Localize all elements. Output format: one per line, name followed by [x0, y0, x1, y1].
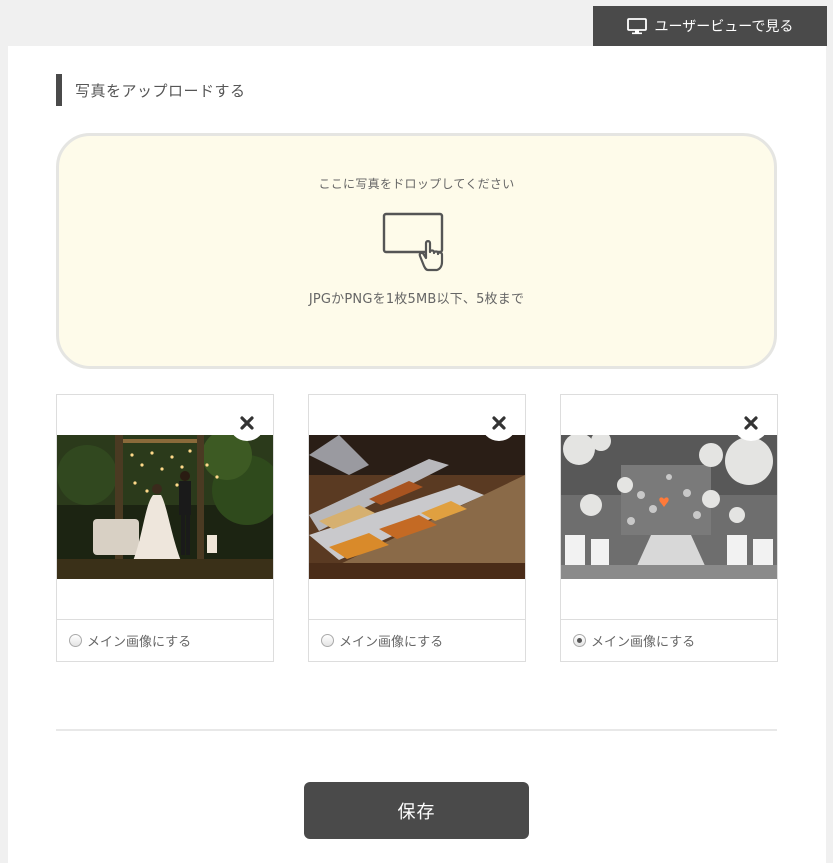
monitor-icon [626, 17, 647, 34]
hand-pointer-screen-icon [382, 212, 443, 272]
main-panel: 写真をアップロードする ここに写真をドロップしてください JPGかPNGを1枚5… [8, 46, 826, 863]
set-main-image-label: メイン画像にする [591, 635, 696, 650]
divider [56, 729, 777, 731]
photo-thumbnail [57, 435, 273, 579]
save-button[interactable]: 保存 [304, 782, 529, 839]
set-main-image-label: メイン画像にする [87, 635, 192, 650]
buffet-photo [309, 435, 525, 579]
set-main-image-option[interactable]: メイン画像にする [309, 619, 525, 661]
main-image-radio-selected[interactable] [573, 634, 586, 647]
wedding-photo [57, 435, 273, 579]
section-title: 写真をアップロードする [56, 74, 246, 106]
remove-photo-button[interactable] [481, 405, 517, 441]
file-requirement-note: JPGかPNGを1枚5MB以下、5枚まで [308, 292, 525, 307]
main-image-radio[interactable] [69, 634, 82, 647]
close-icon [240, 416, 254, 430]
remove-photo-button[interactable] [229, 405, 265, 441]
main-image-radio[interactable] [321, 634, 334, 647]
set-main-image-label: メイン画像にする [339, 635, 444, 650]
save-button-label: 保存 [397, 801, 436, 823]
set-main-image-option[interactable]: メイン画像にする [57, 619, 273, 661]
photo-card: メイン画像にする [56, 394, 274, 662]
photo-thumbnail [309, 435, 525, 579]
venue-photo [561, 435, 777, 579]
user-view-label: ユーザービューで見る [654, 19, 794, 35]
photo-thumbnail [561, 435, 777, 579]
photo-card: メイン画像にする [308, 394, 526, 662]
set-main-image-option[interactable]: メイン画像にする [561, 619, 777, 661]
drop-instruction: ここに写真をドロップしてください [318, 177, 515, 191]
user-view-button[interactable]: ユーザービューで見る [593, 6, 827, 46]
remove-photo-button[interactable] [733, 405, 769, 441]
section-title-text: 写真をアップロードする [75, 81, 246, 100]
close-icon [744, 416, 758, 430]
close-icon [492, 416, 506, 430]
photo-dropzone[interactable]: ここに写真をドロップしてください JPGかPNGを1枚5MB以下、5枚まで [56, 133, 777, 369]
photo-card: メイン画像にする [560, 394, 778, 662]
